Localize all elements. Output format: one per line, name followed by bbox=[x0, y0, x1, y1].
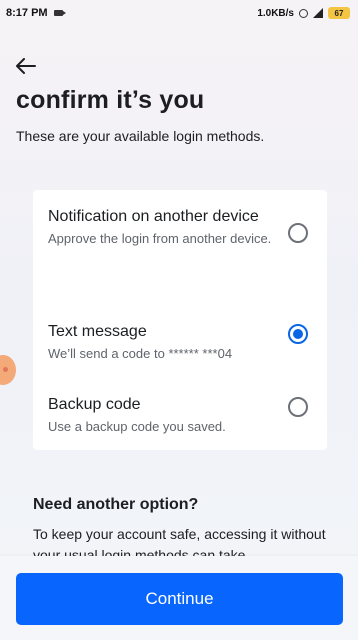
continue-button[interactable]: Continue bbox=[16, 573, 343, 625]
page-subtitle: These are your available login methods. bbox=[16, 128, 265, 144]
signal-icon bbox=[313, 8, 323, 18]
status-time: 8:17 PM bbox=[6, 7, 48, 19]
option-title: Backup code bbox=[48, 396, 141, 413]
alarm-icon bbox=[299, 8, 308, 18]
radio-notification[interactable] bbox=[288, 223, 308, 243]
option-backup-code[interactable]: Backup code Use a backup code you saved. bbox=[48, 393, 316, 437]
network-speed: 1.0KB/s bbox=[257, 7, 294, 19]
login-methods-list: Notification on another device Approve t… bbox=[33, 190, 327, 450]
option-description: Approve the login from another device. bbox=[48, 231, 272, 246]
option-title: Notification on another device bbox=[48, 208, 259, 225]
option-description: Use a backup code you saved. bbox=[48, 419, 226, 434]
option-text-message[interactable]: Text message We’ll send a code to ******… bbox=[48, 320, 316, 364]
page-title: confirm it’s you bbox=[16, 86, 205, 114]
battery-icon: 67 bbox=[328, 7, 350, 19]
radio-backup-code[interactable] bbox=[288, 397, 308, 417]
video-camera-icon bbox=[53, 10, 66, 16]
option-notification[interactable]: Notification on another device Approve t… bbox=[48, 205, 316, 249]
option-description: We’ll send a code to ****** ***04 bbox=[48, 346, 233, 361]
status-bar: 8:17 PM 1.0KB/s 67 bbox=[0, 0, 358, 26]
option-title: Text message bbox=[48, 323, 147, 340]
touch-indicator bbox=[0, 355, 16, 385]
need-another-option-heading: Need another option? bbox=[33, 496, 199, 513]
radio-text-message[interactable] bbox=[288, 324, 308, 344]
back-arrow-icon[interactable] bbox=[16, 58, 36, 74]
